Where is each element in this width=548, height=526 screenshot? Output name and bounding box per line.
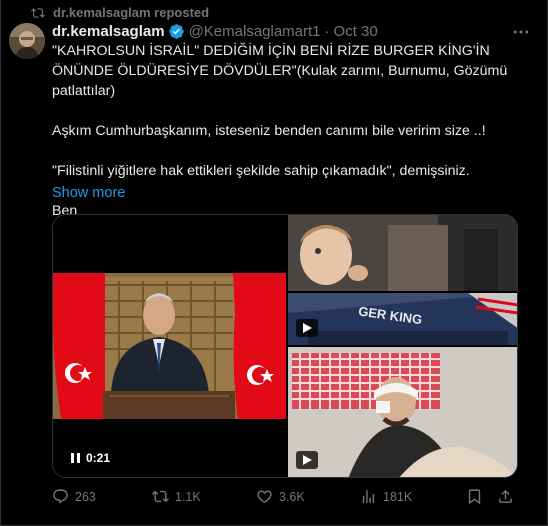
tweet-paragraph: "KAHROLSUN İSRAİL" DEDİĞİM İÇİN BENİ RİZ… xyxy=(52,43,508,99)
repost-label[interactable]: dr.kemalsaglam reposted xyxy=(53,5,209,20)
heart-icon[interactable] xyxy=(256,488,273,505)
media-grid[interactable]: 0:21 GER KING xyxy=(52,214,518,478)
video-injured-man[interactable] xyxy=(288,347,517,477)
repost-icon[interactable] xyxy=(152,488,169,505)
video-time: 0:21 xyxy=(86,451,111,465)
photo-child[interactable] xyxy=(288,215,517,291)
video-thumbnail: GER KING xyxy=(288,293,517,345)
views-button[interactable]: 181K xyxy=(360,488,460,505)
tweet-paragraph: "Filistinli yiğitlere hak ettikleri şeki… xyxy=(52,163,470,179)
tweet-header: dr.kemalsaglam @Kemalsaglamart1 · Oct 30 xyxy=(52,23,378,40)
reply-icon[interactable] xyxy=(52,488,69,505)
photo-thumbnail xyxy=(288,215,517,291)
tweet-container[interactable]: dr.kemalsaglam reposted dr.kemalsaglam @… xyxy=(0,0,548,526)
repost-icon xyxy=(31,7,45,18)
repost-button[interactable]: 1.1K xyxy=(152,488,256,505)
tweet-paragraph: Aşkım Cumhurbaşkanım, isteseniz benden c… xyxy=(52,123,486,139)
video-thumbnail xyxy=(288,347,517,477)
pause-icon[interactable] xyxy=(71,453,80,463)
play-button[interactable] xyxy=(296,319,318,337)
repost-count: 1.1K xyxy=(175,489,201,504)
share-button[interactable] xyxy=(497,488,514,505)
share-icon[interactable] xyxy=(497,488,514,505)
views-count: 181K xyxy=(383,489,413,504)
author-handle[interactable]: @Kemalsaglamart1 xyxy=(189,23,321,40)
bookmark-button[interactable] xyxy=(466,488,483,505)
like-button[interactable]: 3.6K xyxy=(256,488,360,505)
verified-badge-icon[interactable] xyxy=(168,23,185,40)
video-storefront[interactable]: GER KING xyxy=(288,293,517,345)
tweet-actions: 263 1.1K 3.6K 181K xyxy=(52,488,522,505)
avatar[interactable] xyxy=(9,23,45,59)
more-options-icon[interactable] xyxy=(511,22,531,42)
video-timer[interactable]: 0:21 xyxy=(65,449,117,467)
author-name[interactable]: dr.kemalsaglam xyxy=(52,23,165,40)
play-button[interactable] xyxy=(296,451,318,469)
show-more-link[interactable]: Show more xyxy=(52,185,125,201)
video-thumbnail xyxy=(53,273,286,419)
repost-indicator: dr.kemalsaglam reposted xyxy=(31,5,209,20)
separator-dot: · xyxy=(324,23,330,40)
reply-count: 263 xyxy=(75,489,96,504)
bookmark-icon[interactable] xyxy=(466,488,483,505)
like-count: 3.6K xyxy=(279,489,305,504)
analytics-icon[interactable] xyxy=(360,488,377,505)
reply-button[interactable]: 263 xyxy=(52,488,152,505)
video-main[interactable]: 0:21 xyxy=(53,215,286,477)
play-icon[interactable] xyxy=(302,455,312,465)
play-icon[interactable] xyxy=(302,323,312,333)
tweet-date[interactable]: Oct 30 xyxy=(334,23,378,40)
